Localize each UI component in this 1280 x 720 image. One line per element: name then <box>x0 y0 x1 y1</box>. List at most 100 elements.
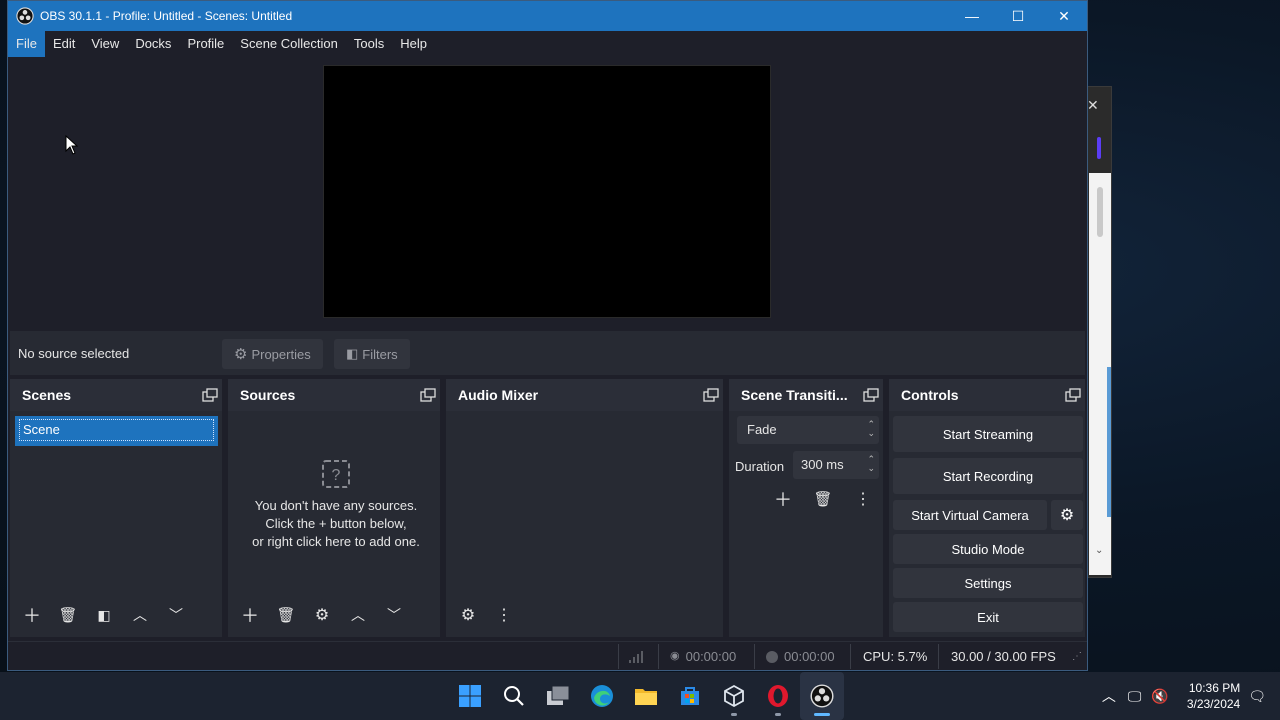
background-close-icon[interactable]: ✕ <box>1087 97 1099 114</box>
exit-button[interactable]: Exit <box>893 602 1083 632</box>
move-scene-up-button[interactable]: ︿ <box>126 601 154 629</box>
undock-icon[interactable] <box>1065 388 1081 402</box>
store-icon[interactable] <box>668 672 712 720</box>
duration-spinbox[interactable]: 300 ms ⌃ ⌄ <box>793 451 879 479</box>
virtualbox-icon[interactable] <box>712 672 756 720</box>
add-transition-button[interactable]: ＋ <box>769 485 797 513</box>
undock-icon[interactable] <box>202 388 218 402</box>
network-icon[interactable]: 🖵 <box>1128 688 1142 705</box>
chevron-down-icon: ﹀ <box>387 607 401 623</box>
clock[interactable]: 10:36 PM 3/23/2024 <box>1187 680 1240 712</box>
search-icon[interactable] <box>492 672 536 720</box>
transitions-toolbar: ＋ 🗑 ⋮ <box>761 485 877 513</box>
active-indicator <box>814 713 830 716</box>
menu-docks[interactable]: Docks <box>127 31 179 57</box>
source-toolbar: No source selected ⚙ Properties ◧ Filter… <box>10 331 1085 375</box>
record-status: 00:00:00 <box>766 642 835 671</box>
start-recording-button[interactable]: Start Recording <box>893 458 1083 494</box>
gears-icon: ⚙ <box>460 607 476 624</box>
scenes-dock-header: Scenes <box>10 379 222 411</box>
scenes-dock: Scenes Scene ＋ 🗑 ◧ ︿ ﹀ <box>10 379 222 637</box>
undock-icon[interactable] <box>703 388 719 402</box>
chevron-up-icon: ︿ <box>133 607 147 623</box>
background-window[interactable]: ✕ ⌄ <box>1086 86 1112 578</box>
running-indicator <box>731 713 737 716</box>
background-accent <box>1097 137 1101 159</box>
sources-toolbar: ＋ 🗑 ⚙ ︿ ﹀ <box>228 601 408 631</box>
transition-select[interactable]: Fade ⌃ ⌄ <box>737 416 879 444</box>
remove-scene-button[interactable]: 🗑 <box>54 601 82 629</box>
opera-icon[interactable] <box>756 672 800 720</box>
transition-menu-button[interactable]: ⋮ <box>849 485 877 513</box>
title-bar[interactable]: OBS 30.1.1 - Profile: Untitled - Scenes:… <box>8 1 1087 31</box>
mouse-cursor-icon <box>65 135 79 155</box>
add-source-button[interactable]: ＋ <box>236 601 264 629</box>
start-virtual-camera-button[interactable]: Start Virtual Camera <box>893 500 1047 530</box>
spin-arrows-icon[interactable]: ⌃ ⌄ <box>867 455 875 473</box>
close-button[interactable]: ✕ <box>1041 1 1087 31</box>
move-source-up-button[interactable]: ︿ <box>344 601 372 629</box>
filters-label: Filters <box>362 346 398 362</box>
menu-scene-collection[interactable]: Scene Collection <box>232 31 346 57</box>
menu-view[interactable]: View <box>83 31 127 57</box>
file-explorer-icon[interactable] <box>624 672 668 720</box>
obs-icon[interactable] <box>800 672 844 720</box>
scene-item-label: Scene <box>19 419 214 441</box>
virtual-camera-settings-button[interactable]: ⚙ <box>1051 500 1083 530</box>
scene-filters-button[interactable]: ◧ <box>90 601 118 629</box>
minimize-button[interactable]: — <box>949 1 995 31</box>
filter-icon: ◧ <box>346 346 359 361</box>
windows-start-icon[interactable] <box>448 672 492 720</box>
status-bar: ◉ 00:00:00 00:00:00 CPU: 5.7% 30.00 / 30… <box>8 641 1087 670</box>
advanced-audio-button[interactable]: ⚙ <box>454 601 482 629</box>
undock-icon[interactable] <box>420 388 436 402</box>
background-scrollbar[interactable] <box>1097 187 1103 237</box>
move-source-down-button[interactable]: ﹀ <box>380 601 408 629</box>
running-indicator <box>775 713 781 716</box>
notification-icon[interactable]: 🗨 <box>1248 688 1266 705</box>
window-title: OBS 30.1.1 - Profile: Untitled - Scenes:… <box>40 9 293 23</box>
filters-button[interactable]: ◧ Filters <box>334 339 410 369</box>
stream-time: 00:00:00 <box>685 649 737 664</box>
maximize-button[interactable]: ☐ <box>995 1 1041 31</box>
preview-canvas[interactable] <box>323 65 771 318</box>
controls-dock: Controls Start Streaming Start Recording… <box>889 379 1085 637</box>
remove-source-button[interactable]: 🗑 <box>272 601 300 629</box>
scene-list-item[interactable]: Scene <box>15 416 218 446</box>
menu-help[interactable]: Help <box>392 31 435 57</box>
background-chevron-down-icon[interactable]: ⌄ <box>1095 545 1103 556</box>
chevron-up-icon[interactable]: ︿ <box>1102 686 1116 706</box>
studio-mode-button[interactable]: Studio Mode <box>893 534 1083 564</box>
remove-transition-button[interactable]: 🗑 <box>809 485 837 513</box>
start-streaming-button[interactable]: Start Streaming <box>893 416 1083 452</box>
source-properties-button[interactable]: ⚙ <box>308 601 336 629</box>
task-view-icon[interactable] <box>536 672 580 720</box>
volume-icon[interactable]: 🔇 <box>1151 688 1168 705</box>
chevron-up-icon: ︿ <box>351 607 365 623</box>
fps-counter: 30.00 / 30.00 FPS <box>951 649 1056 664</box>
resize-grip-icon[interactable]: ⋰ <box>1072 642 1082 671</box>
empty-line-2: Click the + button below, <box>265 516 407 531</box>
add-scene-button[interactable]: ＋ <box>18 601 46 629</box>
move-scene-down-button[interactable]: ﹀ <box>162 601 190 629</box>
duration-label: Duration <box>735 459 785 474</box>
taskbar-apps <box>448 672 844 720</box>
menu-profile[interactable]: Profile <box>179 31 232 57</box>
settings-button[interactable]: Settings <box>893 568 1083 598</box>
obs-window: OBS 30.1.1 - Profile: Untitled - Scenes:… <box>7 0 1088 671</box>
properties-button[interactable]: ⚙ Properties <box>222 339 323 369</box>
sources-dock-header: Sources <box>228 379 440 411</box>
sources-dock[interactable]: Sources ? You don't have any sources. Cl… <box>228 379 440 637</box>
menu-edit[interactable]: Edit <box>45 31 83 57</box>
undock-icon[interactable] <box>863 388 879 402</box>
status-separator <box>938 644 939 669</box>
menu-file[interactable]: File <box>8 31 45 57</box>
system-tray: ︿ 🖵 🔇 10:36 PM 3/23/2024 🗨 <box>1102 672 1280 720</box>
audio-menu-button[interactable]: ⋮ <box>490 601 518 629</box>
menu-tools[interactable]: Tools <box>346 31 392 57</box>
edge-icon[interactable] <box>580 672 624 720</box>
preview-area[interactable] <box>8 57 1087 327</box>
select-arrows-icon: ⌃ ⌄ <box>867 419 875 438</box>
sources-title: Sources <box>240 387 296 403</box>
status-separator <box>658 644 659 669</box>
